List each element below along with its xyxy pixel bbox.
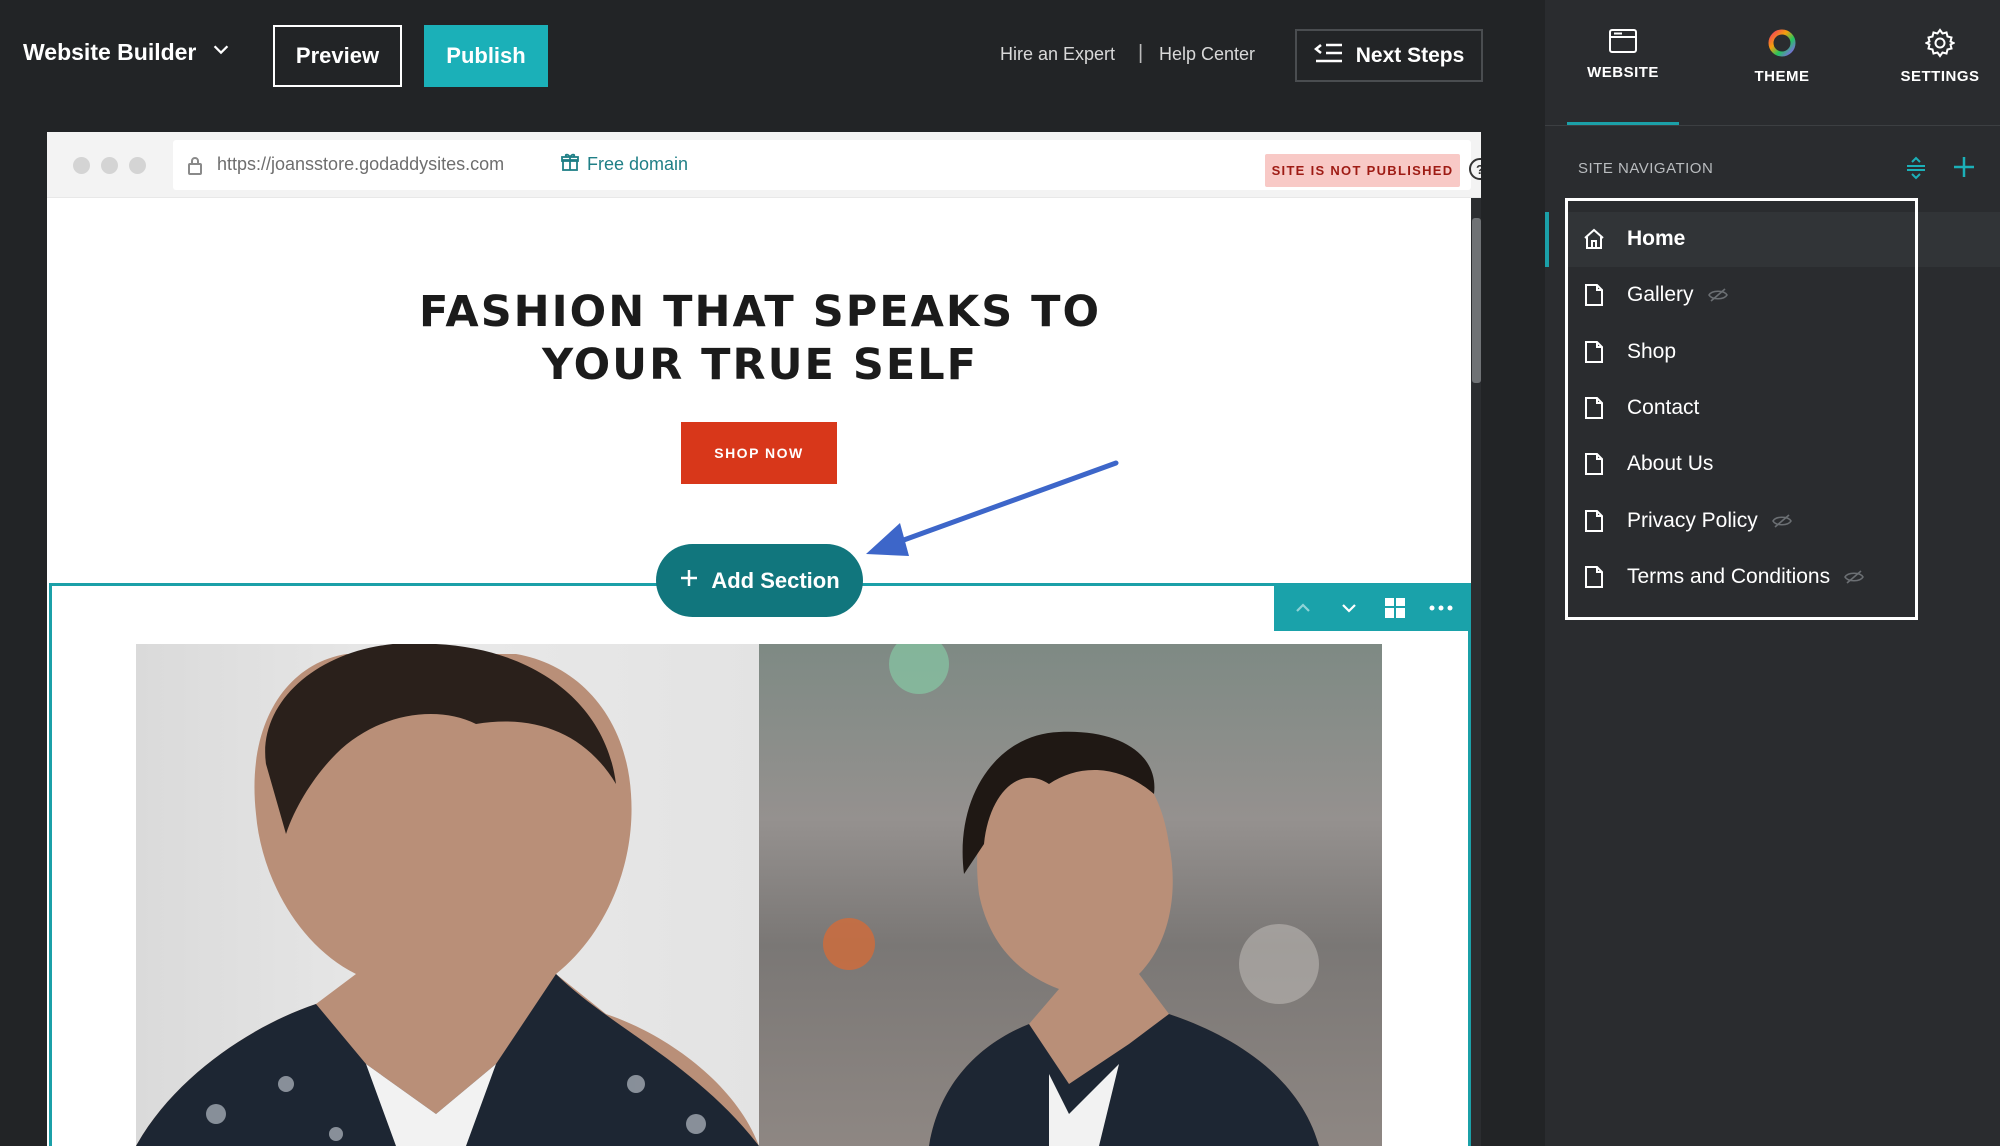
help-center-link[interactable]: Help Center [1159, 44, 1255, 65]
status-badge: SITE IS NOT PUBLISHED [1265, 154, 1460, 187]
tab-settings[interactable]: SETTINGS [1870, 28, 2000, 85]
more-options-icon[interactable] [1423, 590, 1459, 626]
publish-button[interactable]: Publish [424, 25, 548, 87]
gift-icon [561, 152, 579, 177]
add-section-button[interactable]: Add Section [656, 544, 863, 617]
plus-icon [679, 568, 699, 594]
window-dot [73, 157, 90, 174]
add-section-label: Add Section [711, 567, 840, 593]
brand-label: Website Builder [23, 38, 197, 65]
gallery-photo-left[interactable] [136, 644, 759, 1146]
gear-icon [1870, 28, 2000, 58]
window-dot [129, 157, 146, 174]
reorder-icon[interactable] [1905, 156, 1927, 185]
website-builder-menu[interactable]: Website Builder [23, 38, 232, 66]
hero-title-line: FASHION THAT SPEAKS TO [418, 287, 1102, 337]
site-preview-frame: https://joansstore.godaddysites.com Free… [47, 132, 1481, 1146]
theme-icon [1712, 28, 1852, 58]
window-dot [101, 157, 118, 174]
chevron-down-icon [210, 38, 232, 66]
site-navigation-heading: SITE NAVIGATION [1578, 160, 1714, 177]
address-box: https://joansstore.godaddysites.com Free… [173, 140, 1481, 190]
builder-side-panel: WEBSITE THEME SETTINGS SITE NAVIGATION H… [1545, 0, 2000, 1146]
help-icon[interactable]: ? [1469, 158, 1481, 180]
hero-title[interactable]: FASHION THAT SPEAKS TO YOUR TRUE SELF [47, 286, 1473, 392]
url-bar: https://joansstore.godaddysites.com Free… [47, 132, 1481, 198]
hero-title-line: YOUR TRUE SELF [542, 340, 978, 390]
website-icon [1553, 28, 1693, 54]
preview-button[interactable]: Preview [273, 25, 402, 87]
move-up-icon[interactable] [1285, 590, 1321, 626]
panel-divider [1545, 125, 2000, 126]
next-steps-button[interactable]: Next Steps [1295, 29, 1483, 82]
next-steps-label: Next Steps [1355, 43, 1465, 67]
tab-theme[interactable]: THEME [1712, 28, 1852, 85]
gallery-photo-right[interactable] [759, 644, 1382, 1146]
tab-label: THEME [1754, 68, 1810, 85]
add-page-icon[interactable] [1952, 155, 1976, 184]
hire-expert-link[interactable]: Hire an Expert [1000, 44, 1115, 65]
tab-label: WEBSITE [1587, 64, 1659, 81]
lock-icon [187, 156, 203, 181]
top-bar: Website Builder Preview Publish Hire an … [0, 0, 1545, 112]
site-url[interactable]: https://joansstore.godaddysites.com [217, 154, 504, 175]
layout-icon[interactable] [1377, 590, 1413, 626]
list-icon [1313, 42, 1344, 70]
shop-now-button[interactable]: SHOP NOW [681, 422, 837, 484]
navigation-highlight-box [1565, 198, 1918, 620]
tab-website[interactable]: WEBSITE [1553, 28, 1693, 81]
current-page-indicator [1545, 212, 1549, 267]
free-domain-link[interactable]: Free domain [587, 154, 688, 175]
tab-label: SETTINGS [1900, 68, 1980, 85]
preview-scrollbar[interactable] [1472, 218, 1481, 383]
move-down-icon[interactable] [1331, 590, 1367, 626]
link-separator: | [1138, 42, 1144, 64]
section-toolbar [1274, 584, 1470, 631]
